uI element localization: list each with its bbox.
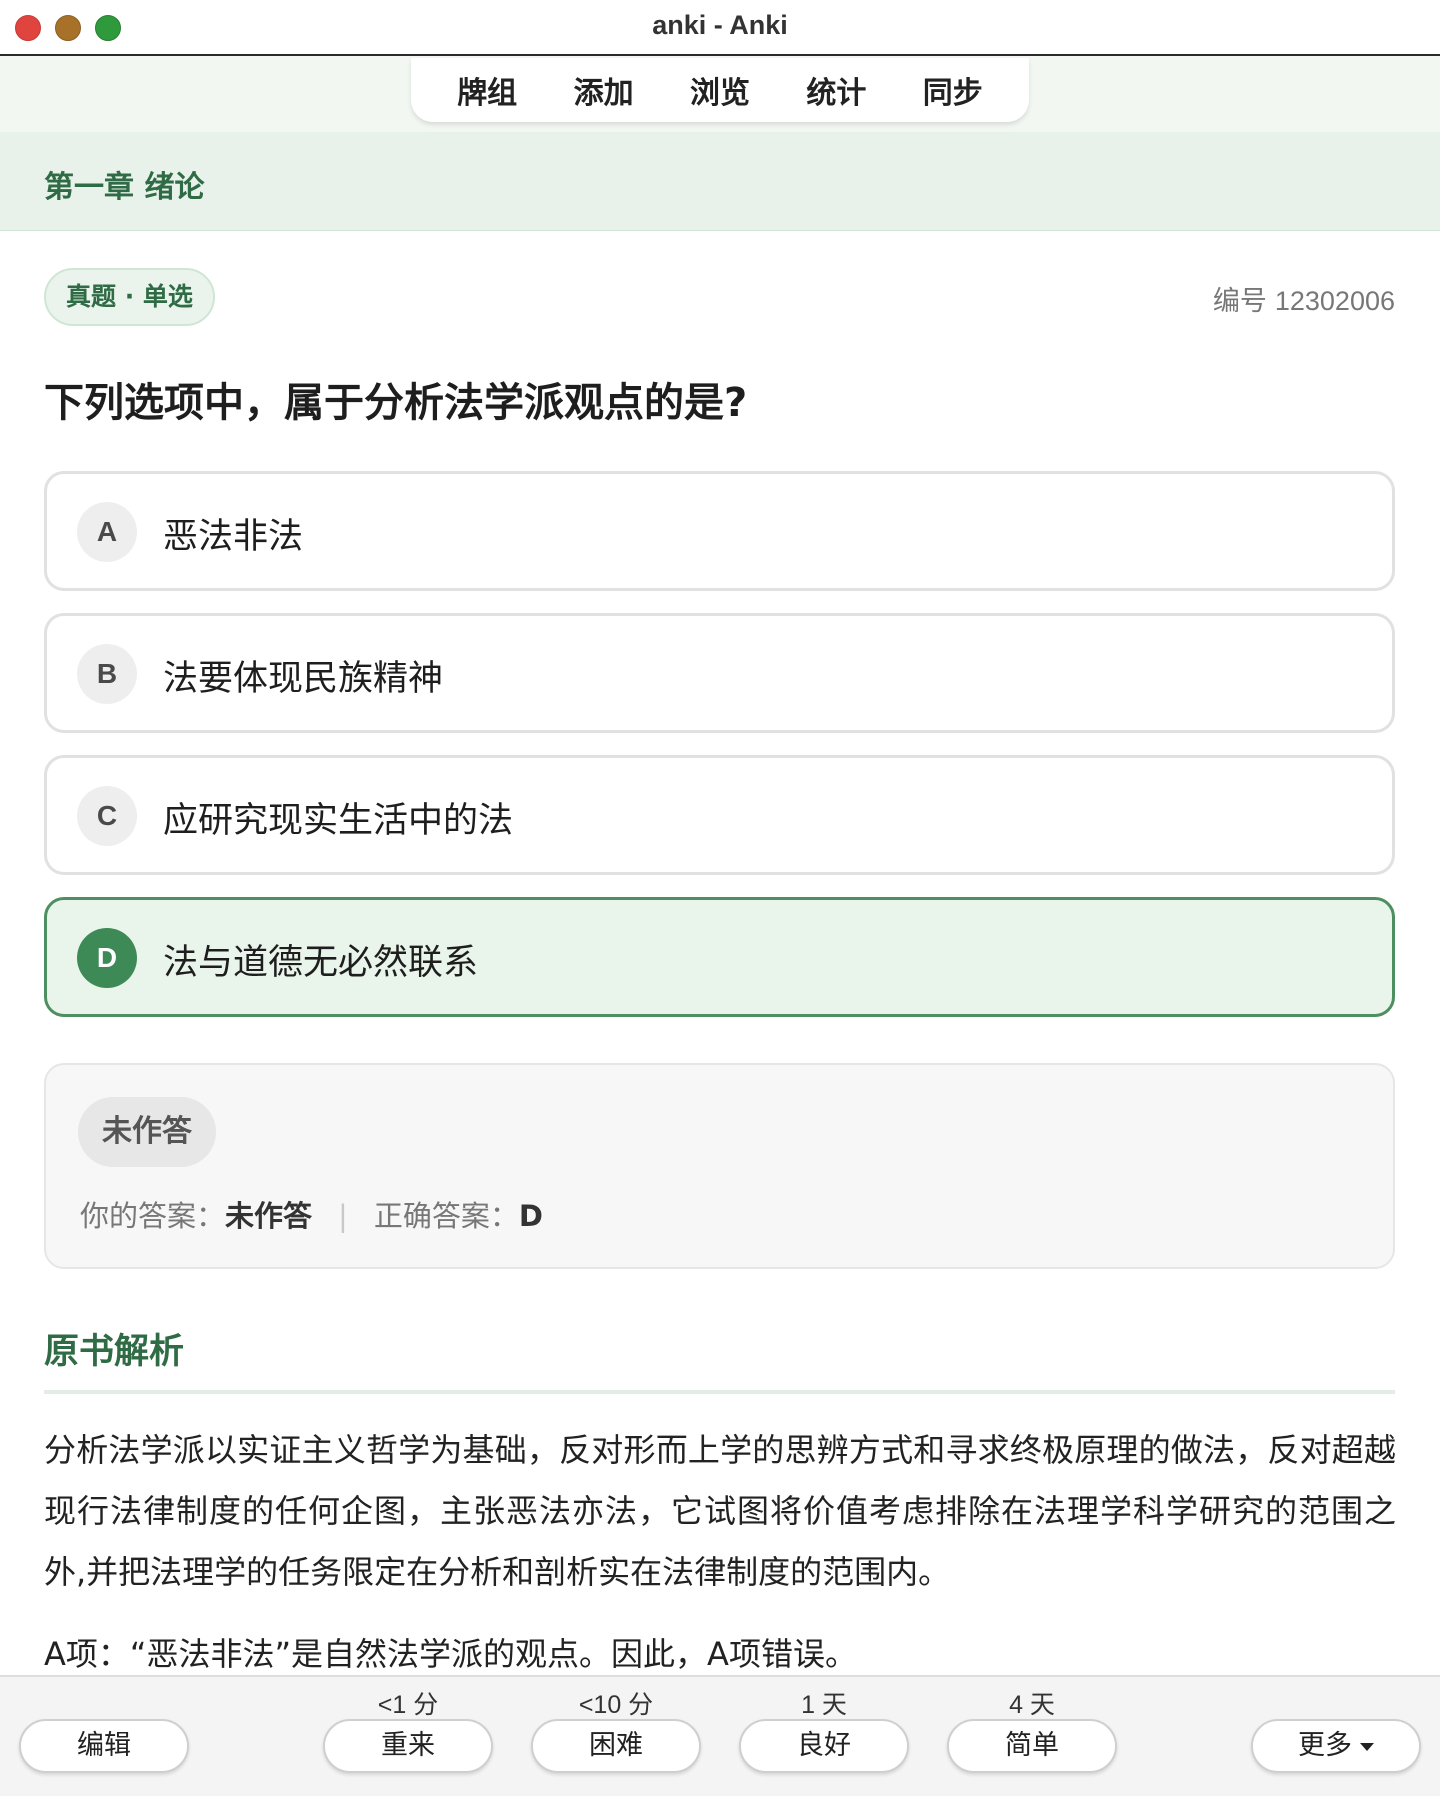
option-text: 应研究现实生活中的法 [163,801,514,841]
again-button[interactable]: 重来 [323,1719,493,1773]
correct-answer-value: D [518,1199,543,1233]
answer-result-card: 未作答 你的答案：未作答 | 正确答案：D [44,1063,1395,1269]
review-bottom-bar: 编辑 <1 分 重来 <10 分 困难 1 天 良好 4 天 简单 更多 [0,1675,1440,1796]
analysis-divider [44,1390,1395,1394]
analysis-heading: 原书解析 [44,1332,185,1372]
hard-button[interactable]: 困难 [531,1719,701,1773]
question-id: 编号 12302006 [1213,279,1395,318]
easy-button[interactable]: 简单 [947,1719,1117,1773]
question-id-label: 编号 [1212,286,1267,316]
main-nav: 牌组 添加 浏览 统计 同步 [411,58,1029,122]
option-d-correct[interactable]: D 法与道德无必然联系 [44,897,1395,1017]
more-button-label: 更多 [1298,1730,1352,1761]
answer-separator: | [338,1199,348,1233]
answer-summary: 你的答案：未作答 | 正确答案：D [80,1193,543,1235]
top-toolbar: 牌组 添加 浏览 统计 同步 [0,56,1440,132]
nav-browse[interactable]: 浏览 [674,62,766,118]
option-a[interactable]: A 恶法非法 [44,471,1395,591]
option-letter: B [77,644,137,704]
result-status-badge: 未作答 [78,1097,216,1167]
your-answer-label: 你的答案： [80,1199,226,1233]
more-button[interactable]: 更多 [1251,1719,1421,1773]
option-letter: A [77,502,137,562]
chapter-banner: 第一章 绪论 [0,132,1440,231]
nav-sync[interactable]: 同步 [907,62,999,118]
analysis-item-a: A项：“恶法非法”是自然法学派的观点。因此，A项错误。 [44,1635,857,1673]
hard-interval: <10 分 [578,1691,654,1719]
window-title: anki - Anki [652,10,788,40]
again-interval: <1 分 [377,1691,439,1719]
correct-answer-label: 正确答案： [373,1199,519,1233]
nav-stats[interactable]: 统计 [790,62,882,118]
option-letter: C [77,786,137,846]
option-text: 法与道德无必然联系 [163,943,479,983]
question-text: 下列选项中，属于分析法学派观点的是? [44,380,748,426]
option-b[interactable]: B 法要体现民族精神 [44,613,1395,733]
good-interval: 1 天 [801,1691,847,1719]
question-id-value: 12302006 [1274,286,1395,316]
option-letter: D [77,928,137,988]
option-c[interactable]: C 应研究现实生活中的法 [44,755,1395,875]
chevron-down-icon [1360,1742,1374,1751]
option-text: 恶法非法 [163,517,304,557]
nav-decks[interactable]: 牌组 [441,62,533,118]
analysis-paragraph: 分析法学派以实证主义哲学为基础，反对形而上学的思辨方式和寻求终极原理的做法，反对… [44,1431,1396,1591]
chapter-title: 第一章 绪论 [44,170,205,205]
your-answer-value: 未作答 [225,1199,313,1233]
edit-button[interactable]: 编辑 [19,1719,189,1773]
option-text: 法要体现民族精神 [163,659,444,699]
nav-add[interactable]: 添加 [558,62,650,118]
good-button[interactable]: 良好 [739,1719,909,1773]
question-type-tag: 真题 · 单选 [44,268,215,326]
easy-interval: 4 天 [1009,1691,1055,1719]
window-titlebar: anki - Anki [0,0,1440,56]
